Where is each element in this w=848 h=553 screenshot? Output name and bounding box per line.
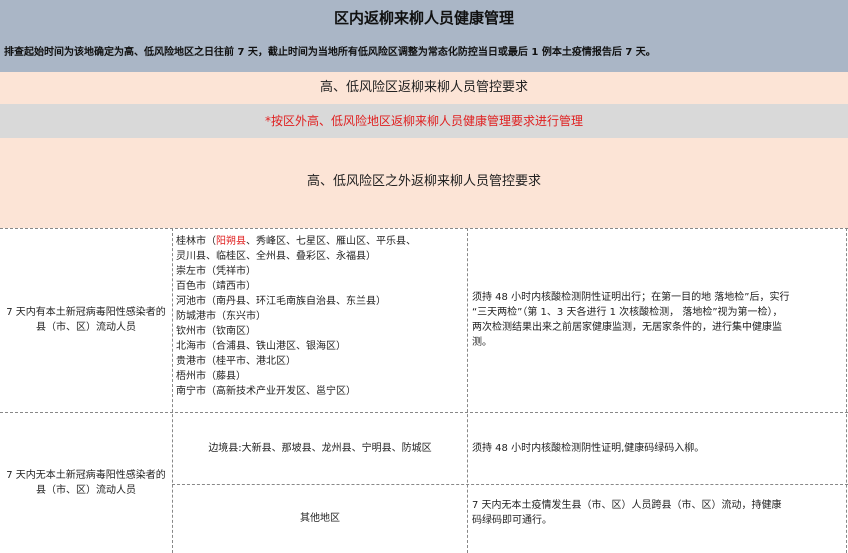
section-title-high-low-risk: 高、低风险区返柳来柳人员管控要求 (0, 72, 848, 104)
border-requirement-text: 须持 48 小时内核酸检测阴性证明,健康码绿码入柳。 (472, 442, 705, 454)
other-areas-label: 其他地区 (300, 513, 340, 524)
page-title: 区内返柳来柳人员健康管理 (333, 9, 514, 27)
area-line: 南宁市（高新技术产业开发区、邕宁区） (176, 386, 356, 397)
area-line: 河池市（南丹县、环江毛南族自治县、东兰县） (176, 296, 386, 307)
table-cell-other-requirement: 7 天内无本土疫情发生县（市、区）人员跨县（市、区）流动，持健康 码绿码即可通行… (470, 498, 844, 528)
area-line: 贵港市（桂平市、港北区） (176, 356, 296, 367)
table-cell-other-areas: 其他地区 (174, 484, 466, 553)
area-line: 崇左市（凭祥市） (176, 266, 256, 277)
table-border-right (846, 228, 847, 553)
header-banner: 区内返柳来柳人员健康管理 排查起始时间为该地确定为高、低风险地区之日往前 7 天… (0, 0, 848, 72)
area-line: 梧州市（藤县） (176, 371, 246, 382)
group-no-positive-label: 7 天内无本土新冠病毒阳性感染者的县（市、区）流动人员 (6, 469, 166, 496)
table-cell-positive-requirement: 须持 48 小时内核酸检测阴性证明出行；在第一目的地 落地检”后，实行 “三天两… (470, 290, 844, 350)
requirement-line: 须持 48 小时内核酸检测阴性证明出行；在第一目的地 落地检”后，实行 (472, 292, 790, 303)
area-line: 桂林市（阳朔县、秀峰区、七星区、雁山区、平乐县、 (176, 236, 416, 247)
page-subtitle: 排查起始时间为该地确定为高、低风险地区之日往前 7 天，截止时间为当地所有低风险… (4, 47, 656, 58)
table-col-divider-2 (467, 228, 468, 553)
requirement-line: 测。 (472, 337, 492, 348)
control-requirements-table: 7 天内有本土新冠病毒阳性感染者的县（市、区）流动人员 桂林市（阳朔县、秀峰区、… (0, 228, 848, 553)
table-cell-border-areas: 边境县:大新县、那坡县、龙州县、宁明县、防城区 (174, 412, 466, 484)
highlighted-county: 阳朔县 (216, 236, 246, 247)
area-line: 防城港市（东兴市） (176, 311, 266, 322)
requirement-line: “三天两检”（第 1、3 天各进行 1 次核酸检测， 落地检”视为第一检）， (472, 307, 783, 318)
area-line: 百色市（靖西市） (176, 281, 256, 292)
area-line: 灵川县、临桂区、全州县、叠彩区、永福县） (176, 251, 376, 262)
requirement-line: 两次检测结果出来之前居家健康监测，无居家条件的，进行集中健康监 (472, 322, 782, 333)
table-cell-border-requirement: 须持 48 小时内核酸检测阴性证明,健康码绿码入柳。 (470, 412, 844, 484)
table-cell-group-positive: 7 天内有本土新冠病毒阳性感染者的县（市、区）流动人员 (0, 228, 172, 412)
table-cell-group-no-positive: 7 天内无本土新冠病毒阳性感染者的县（市、区）流动人员 (0, 412, 172, 553)
group-positive-label: 7 天内有本土新冠病毒阳性感染者的县（市、区）流动人员 (6, 307, 166, 333)
requirement-line: 7 天内无本土疫情发生县（市、区）人员跨县（市、区）流动，持健康 (472, 500, 782, 511)
section-note-high-low-risk: *按区外高、低风险地区返柳来柳人员健康管理要求进行管理 (0, 104, 848, 138)
border-areas-label: 边境县:大新县、那坡县、龙州县、宁明县、防城区 (208, 442, 432, 454)
requirement-line: 码绿码即可通行。 (472, 515, 552, 526)
area-line: 北海市（合浦县、铁山港区、银海区） (176, 341, 346, 352)
table-cell-positive-areas: 桂林市（阳朔县、秀峰区、七星区、雁山区、平乐县、 灵川县、临桂区、全州县、叠彩区… (174, 234, 466, 410)
section-title-outside-risk: 高、低风险区之外返柳来柳人员管控要求 (0, 138, 848, 228)
area-line: 钦州市（钦南区） (176, 326, 256, 337)
table-col-divider-1 (172, 228, 173, 553)
